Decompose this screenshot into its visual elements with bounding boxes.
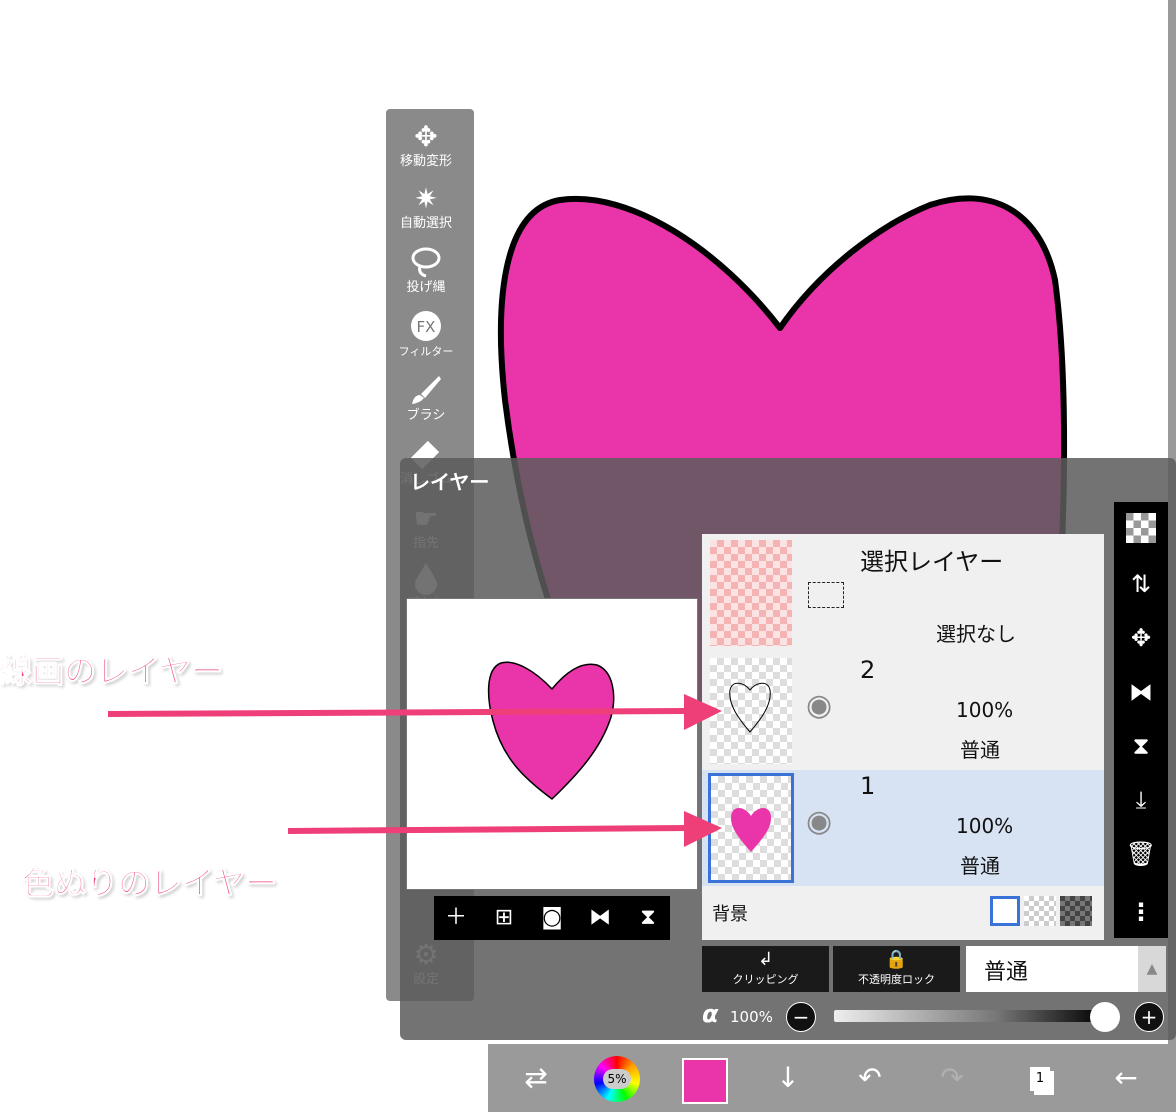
- selection-marquee-icon: [808, 582, 844, 608]
- tool-lasso[interactable]: 投げ縄: [386, 245, 466, 295]
- layer-tools-column: ⇅ ✥ ⧓ ⧗ ⤓ 🗑 ⋮: [1114, 502, 1168, 938]
- layer-thumbnail: [708, 773, 794, 883]
- color-wheel-button[interactable]: 5%: [594, 1056, 640, 1102]
- layer-name: 1: [860, 772, 876, 800]
- lasso-icon: [386, 245, 466, 281]
- flip-layer-horizontal-icon[interactable]: ⧓: [1114, 672, 1168, 712]
- background-dark-option[interactable]: [1060, 896, 1092, 926]
- background-layer-row[interactable]: 背景: [702, 886, 1104, 940]
- selection-layer-thumbnail: [710, 540, 792, 646]
- camera-icon[interactable]: ◙: [532, 896, 572, 940]
- annotation-line-layer: 線画のレイヤー: [0, 652, 224, 691]
- opacity-lock-button[interactable]: 🔒 不透明度ロック: [833, 946, 960, 992]
- layer-row-selected[interactable]: ◉ 1 100% 普通: [702, 770, 1104, 887]
- opacity-lock-label: 不透明度ロック: [858, 973, 935, 986]
- opacity-increase-button[interactable]: +: [1134, 1002, 1164, 1032]
- brush-size-label: 5%: [603, 1069, 631, 1089]
- tool-magic-wand[interactable]: ✷ 自動選択: [386, 181, 466, 231]
- opacity-value: 100%: [730, 1008, 773, 1026]
- blend-mode-select[interactable]: 普通 ▲: [966, 946, 1166, 992]
- selection-layer-name: 選択レイヤー: [860, 548, 1004, 576]
- tool-brush[interactable]: ブラシ: [386, 373, 466, 423]
- tool-label: 移動変形: [399, 154, 452, 169]
- tool-move-transform[interactable]: ✥ 移動変形: [386, 119, 466, 169]
- clipping-label: クリッピング: [732, 973, 799, 986]
- swap-layers-icon[interactable]: ⇅: [1114, 564, 1168, 604]
- move-icon: ✥: [414, 120, 438, 153]
- current-color-swatch[interactable]: [682, 1058, 728, 1104]
- duplicate-layer-button[interactable]: ⊞: [484, 896, 524, 940]
- background-label: 背景: [712, 904, 748, 925]
- undo-icon[interactable]: ↶: [840, 1044, 900, 1112]
- preview-heart-drawing: [487, 661, 615, 800]
- add-layer-button[interactable]: ＋: [436, 896, 476, 940]
- flip-layer-vertical-icon[interactable]: ⧗: [1114, 726, 1168, 766]
- svg-text:FX: FX: [417, 318, 436, 336]
- tool-label: フィルター: [398, 345, 454, 358]
- back-arrow-icon[interactable]: ←: [1096, 1044, 1156, 1112]
- alpha-symbol: α: [702, 1000, 719, 1028]
- dropdown-arrow-icon: ▲: [1138, 946, 1166, 992]
- lock-icon: 🔒: [885, 949, 908, 970]
- flip-horizontal-icon[interactable]: ⧓: [580, 896, 620, 940]
- tool-filter[interactable]: FX フィルター: [386, 309, 466, 359]
- canvas-preview[interactable]: [406, 598, 698, 890]
- eye-icon[interactable]: ◉: [806, 804, 832, 839]
- layer-thumbnail: [710, 658, 792, 764]
- move-layer-icon[interactable]: ✥: [1114, 618, 1168, 658]
- redo-icon[interactable]: ↷: [922, 1044, 982, 1112]
- selection-status: 選択なし: [936, 622, 1016, 646]
- layer-list: 選択レイヤー 選択なし ◉ 2 100% 普通 ◉ 1 100% 普通 背景: [702, 534, 1104, 940]
- bottom-toolbar: ⇄ 5% ↓ ↶ ↷ 1 ←: [488, 1044, 1176, 1112]
- blend-mode-value: 普通: [984, 960, 1029, 985]
- layer-name: 2: [860, 656, 876, 684]
- layer-row[interactable]: ◉ 2 100% 普通: [702, 654, 1104, 771]
- annotation-color-layer: 色ぬりのレイヤー: [21, 864, 278, 903]
- layer-panel-title: レイヤー: [410, 470, 490, 494]
- trash-icon[interactable]: 🗑: [1114, 834, 1168, 874]
- layer-count: 1: [1030, 1067, 1050, 1091]
- layer-blend-mode: 普通: [960, 738, 1000, 762]
- merge-down-icon[interactable]: ⤓: [1114, 780, 1168, 820]
- preview-toolbar: ＋ ⊞ ◙ ⧓ ⧗: [434, 896, 670, 940]
- transparency-icon[interactable]: [1114, 508, 1168, 548]
- magic-wand-icon: ✷: [414, 182, 438, 215]
- eye-icon[interactable]: ◉: [806, 688, 832, 723]
- tool-label: 投げ縄: [406, 280, 446, 295]
- more-options-icon[interactable]: ⋮: [1114, 892, 1168, 932]
- layer-blend-mode: 普通: [960, 854, 1000, 878]
- background-transparent-option[interactable]: [1024, 896, 1056, 926]
- flip-vertical-icon[interactable]: ⧗: [628, 896, 668, 940]
- arrow-down-icon[interactable]: ↓: [758, 1044, 818, 1112]
- opacity-decrease-button[interactable]: −: [786, 1002, 816, 1032]
- tool-swap-icon[interactable]: ⇄: [506, 1044, 566, 1112]
- selection-layer-row[interactable]: 選択レイヤー 選択なし: [702, 534, 1104, 655]
- layers-button[interactable]: 1: [1010, 1044, 1070, 1112]
- brush-icon: [386, 373, 466, 409]
- opacity-slider-knob[interactable]: [1090, 1002, 1120, 1032]
- layer-opacity: 100%: [956, 698, 1014, 722]
- opacity-slider-track[interactable]: [834, 1010, 1104, 1022]
- opacity-slider-row: α 100% − +: [702, 1000, 1170, 1036]
- layer-opacity: 100%: [956, 814, 1014, 838]
- clipping-icon: ↲: [757, 949, 774, 970]
- clipping-button[interactable]: ↲ クリッピング: [702, 946, 829, 992]
- tool-label: 自動選択: [399, 216, 452, 231]
- tool-label: ブラシ: [406, 408, 446, 423]
- fx-icon: FX: [386, 309, 466, 345]
- background-white-option[interactable]: [990, 896, 1020, 926]
